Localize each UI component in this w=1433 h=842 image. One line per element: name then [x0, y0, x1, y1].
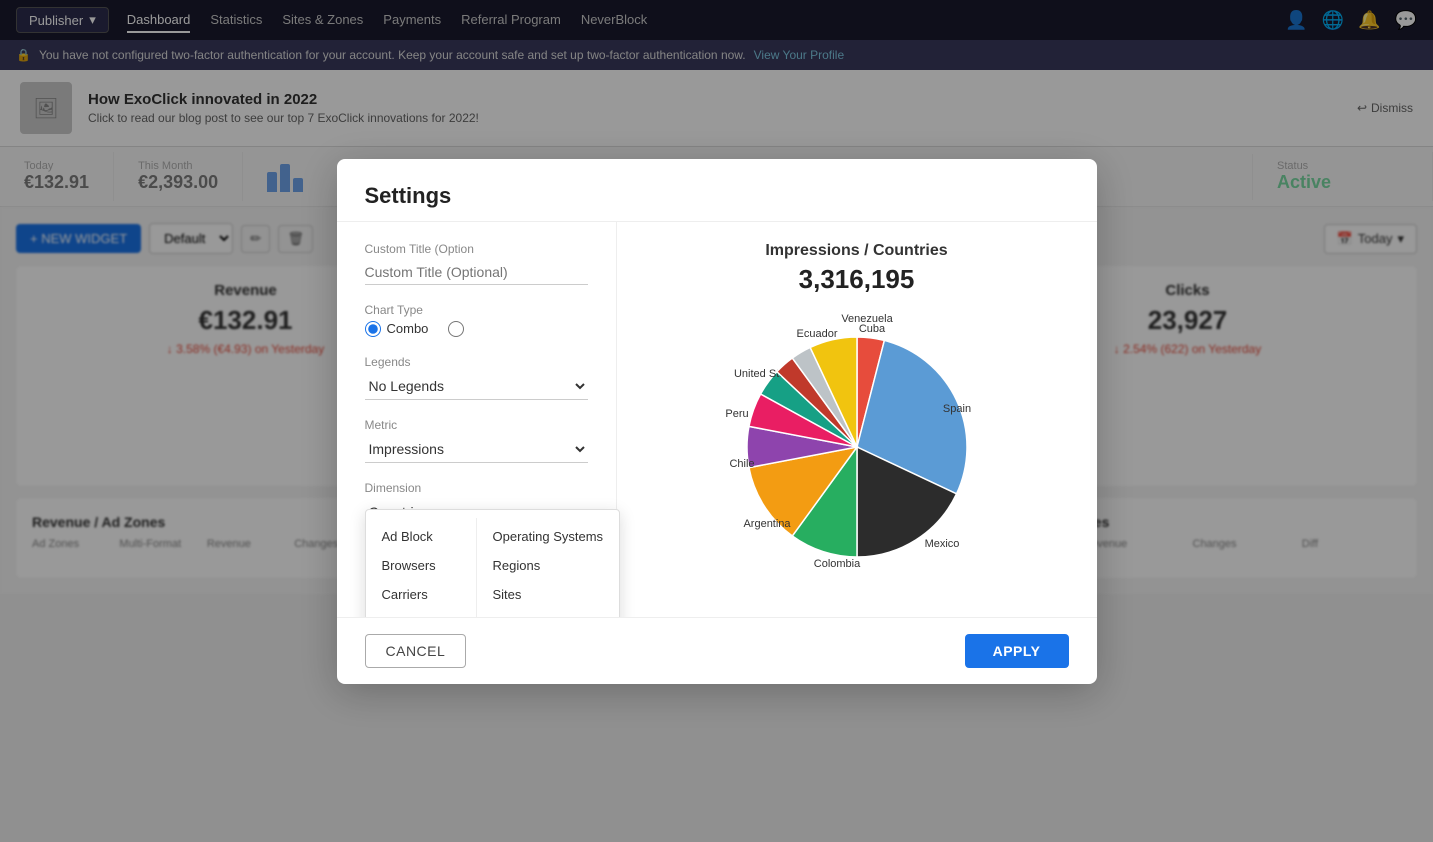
modal-form: Custom Title (Option Chart Type Combo: [337, 222, 617, 617]
dropdown-item-regions[interactable]: Regions: [477, 551, 620, 580]
chart-value: 3,316,195: [799, 264, 915, 295]
dimension-label: Dimension: [365, 481, 588, 495]
other-radio-label[interactable]: [448, 321, 464, 337]
pie-label-ecuador: Ecuador: [796, 328, 837, 340]
chart-type-group: Chart Type Combo: [365, 303, 588, 337]
dropdown-item-adblock[interactable]: Ad Block: [366, 522, 476, 551]
modal-body: Custom Title (Option Chart Type Combo: [337, 222, 1097, 617]
pie-label-venezuela: Venezuela: [841, 313, 893, 325]
pie-label-colombia: Colombia: [813, 558, 860, 570]
chart-type-radios: Combo: [365, 321, 588, 337]
pie-label-chile: Chile: [729, 458, 754, 470]
combo-radio-label[interactable]: Combo: [365, 321, 429, 337]
custom-title-label: Custom Title (Option: [365, 242, 588, 256]
chart-type-label: Chart Type: [365, 303, 588, 317]
pie-label-peru: Peru: [725, 408, 748, 420]
dimension-group: Dimension Countries Ad Block Browsers Ca…: [365, 481, 588, 526]
other-radio[interactable]: [448, 321, 464, 337]
cancel-label: CANCEL: [386, 643, 446, 659]
dropdown-col-2: Operating Systems Regions Sites Sub IDs …: [476, 518, 620, 617]
legends-group: Legends No Legends: [365, 355, 588, 400]
combo-radio[interactable]: [365, 321, 381, 337]
dropdown-item-subids[interactable]: Sub IDs: [477, 609, 620, 617]
metric-label: Metric: [365, 418, 588, 432]
dropdown-item-categories[interactable]: Categories: [366, 609, 476, 617]
dropdown-col-1: Ad Block Browsers Carriers Categories Co…: [366, 518, 476, 617]
pie-label-mexico: Mexico: [924, 538, 959, 550]
modal-title: Settings: [365, 183, 1069, 209]
custom-title-input[interactable]: [365, 260, 588, 285]
metric-select[interactable]: Impressions: [365, 436, 588, 463]
metric-group: Metric Impressions: [365, 418, 588, 463]
dropdown-item-browsers[interactable]: Browsers: [366, 551, 476, 580]
pie-chart-container: Impressions / Countries 3,316,195 CubaSp…: [637, 242, 1077, 587]
pie-chart-svg: CubaSpainMexicoColombiaArgentinaChilePer…: [717, 307, 997, 587]
settings-modal: Settings Custom Title (Option Chart Type…: [337, 159, 1097, 684]
combo-label: Combo: [387, 321, 429, 336]
pie-label-argentina: Argentina: [743, 518, 791, 530]
dropdown-item-carriers[interactable]: Carriers: [366, 580, 476, 609]
dimension-dropdown: Ad Block Browsers Carriers Categories Co…: [365, 509, 621, 617]
legends-label: Legends: [365, 355, 588, 369]
custom-title-group: Custom Title (Option: [365, 242, 588, 285]
modal-overlay: Settings Custom Title (Option Chart Type…: [0, 0, 1433, 842]
legends-select[interactable]: No Legends: [365, 373, 588, 400]
dropdown-item-os[interactable]: Operating Systems: [477, 522, 620, 551]
modal-header: Settings: [337, 159, 1097, 222]
dropdown-item-sites[interactable]: Sites: [477, 580, 620, 609]
cancel-button[interactable]: CANCEL: [365, 634, 467, 668]
apply-label: APPLY: [993, 643, 1041, 659]
chart-title: Impressions / Countries: [765, 242, 947, 260]
apply-button[interactable]: APPLY: [965, 634, 1069, 668]
modal-footer: CANCEL APPLY: [337, 617, 1097, 684]
modal-chart-area: Impressions / Countries 3,316,195 CubaSp…: [617, 222, 1097, 617]
pie-label-spain: Spain: [942, 403, 970, 415]
